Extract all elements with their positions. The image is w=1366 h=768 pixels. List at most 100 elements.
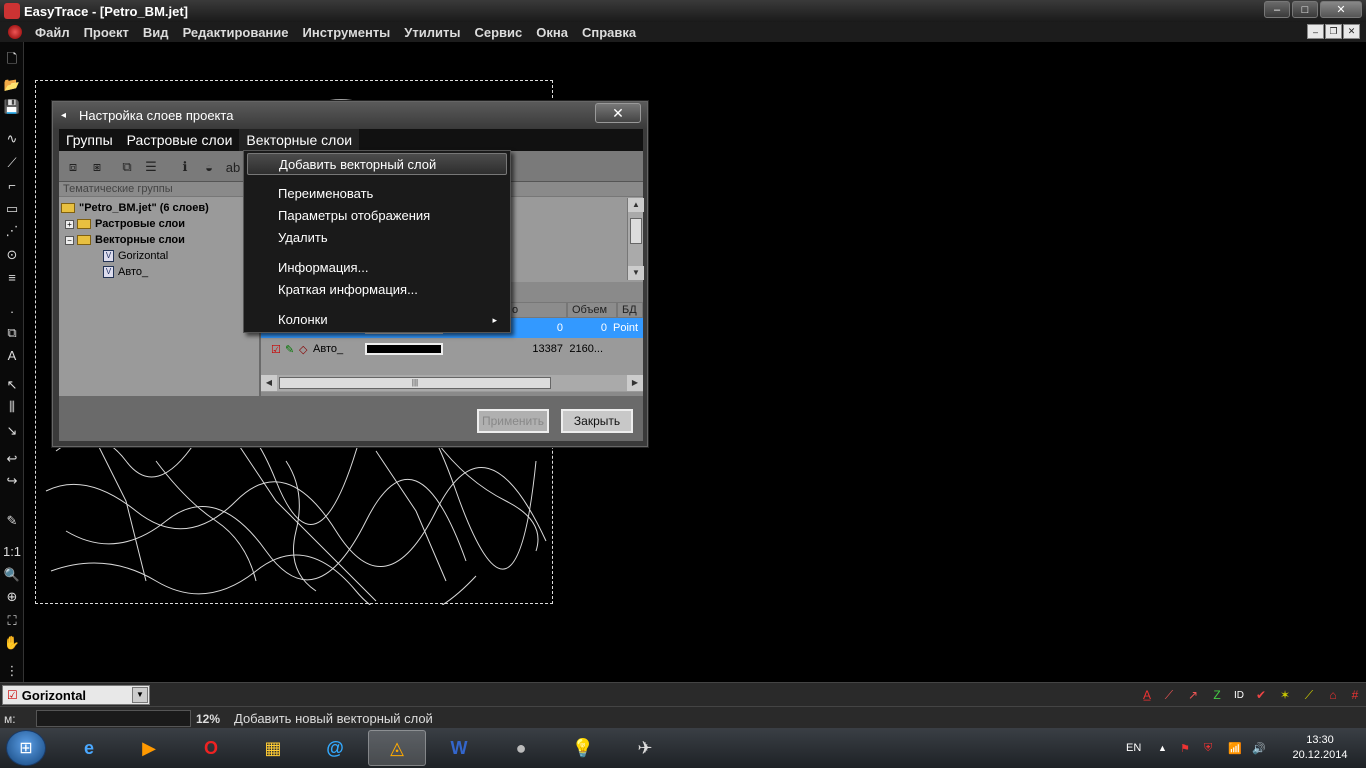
- copy-layer-icon[interactable]: ⧉: [117, 157, 137, 177]
- id-icon[interactable]: ID: [1230, 686, 1248, 704]
- menu-add-vector-layer[interactable]: Добавить векторный слой: [247, 153, 507, 175]
- style-swatch[interactable]: [365, 343, 443, 355]
- maximize-button[interactable]: □: [1292, 1, 1318, 18]
- z-coordinate-icon[interactable]: Z: [1208, 686, 1226, 704]
- language-indicator[interactable]: EN: [1126, 728, 1141, 768]
- mdi-restore-button[interactable]: ❐: [1325, 24, 1342, 39]
- document-icon[interactable]: [8, 25, 22, 39]
- grid-icon[interactable]: #: [1346, 686, 1364, 704]
- text-tool-icon[interactable]: A: [3, 346, 21, 364]
- internet-explorer-icon[interactable]: e: [60, 730, 118, 766]
- diamond-icon[interactable]: ◇: [299, 343, 313, 356]
- open-folder-icon[interactable]: 📂: [3, 76, 21, 94]
- scroll-right-icon[interactable]: ▶: [627, 375, 643, 391]
- scroll-down-icon[interactable]: ▼: [628, 266, 644, 280]
- menu-windows[interactable]: Окна: [529, 25, 575, 40]
- col-db[interactable]: БД: [617, 302, 643, 318]
- expand-icon[interactable]: +: [65, 219, 74, 229]
- tree-vector-group[interactable]: − Векторные слои: [65, 232, 185, 248]
- new-file-icon[interactable]: 🗋: [3, 51, 21, 70]
- coordinates-icon[interactable]: ⋮: [3, 662, 21, 680]
- dialog-close-text-button[interactable]: Закрыть: [561, 409, 633, 433]
- home-icon[interactable]: ⌂: [1324, 686, 1342, 704]
- zoom-extents-icon[interactable]: ⛶: [3, 612, 21, 630]
- visibility-check-icon[interactable]: ☑: [271, 343, 285, 356]
- paper-plane-icon[interactable]: ✈: [616, 730, 674, 766]
- scale-one-to-one-icon[interactable]: 1:1: [3, 542, 21, 560]
- orthogonal-line-icon[interactable]: ⌐: [3, 176, 21, 194]
- check-layer-icon[interactable]: ✔: [1252, 686, 1270, 704]
- line-edit-icon[interactable]: ⟋: [1160, 686, 1178, 704]
- snap-icon[interactable]: ✶: [1276, 686, 1294, 704]
- hatch-icon[interactable]: ≡: [3, 268, 21, 286]
- minimize-button[interactable]: –: [1264, 1, 1290, 18]
- save-icon[interactable]: 💾: [3, 98, 21, 116]
- dialog-close-button[interactable]: ✕: [595, 103, 641, 123]
- email-client-icon[interactable]: @: [306, 730, 364, 766]
- zoom-icon[interactable]: 🔍: [3, 566, 21, 584]
- menu-file[interactable]: Файл: [28, 25, 77, 40]
- opera-icon[interactable]: O: [182, 730, 240, 766]
- hide-layer-icon[interactable]: ◒: [199, 157, 219, 177]
- tree-layer-gorizontal[interactable]: V Gorizontal: [103, 248, 168, 264]
- redo-gray-icon[interactable]: ↪: [3, 472, 21, 490]
- tree-raster-group[interactable]: + Растровые слои: [65, 216, 185, 232]
- attribute-icon[interactable]: A̲: [1138, 686, 1156, 704]
- pencil-icon[interactable]: ✎: [3, 512, 21, 530]
- menu-help[interactable]: Справка: [575, 25, 643, 40]
- label-icon[interactable]: ab: [223, 157, 243, 177]
- select-node-icon[interactable]: ↘: [3, 422, 21, 440]
- move-node-icon[interactable]: ↗: [1184, 686, 1202, 704]
- rectangle-tool-icon[interactable]: ▭: [3, 200, 21, 218]
- polyline-tool-icon[interactable]: ⟋: [3, 154, 21, 172]
- dotted-curve-icon[interactable]: ⋰: [3, 222, 21, 240]
- apply-button[interactable]: Применить: [477, 409, 549, 433]
- menu-delete[interactable]: Удалить: [247, 227, 507, 249]
- clock[interactable]: 13:30 20.12.2014: [1284, 728, 1356, 768]
- chevron-down-icon[interactable]: ▼: [132, 687, 148, 703]
- lightbulb-icon[interactable]: 💡: [554, 730, 612, 766]
- dialog-menu-vector-layers[interactable]: Векторные слои: [239, 129, 360, 151]
- menu-utilities[interactable]: Утилиты: [397, 25, 467, 40]
- menu-edit[interactable]: Редактирование: [176, 25, 296, 40]
- word-icon[interactable]: W: [430, 730, 488, 766]
- edit-pencil-icon[interactable]: ✎: [285, 343, 299, 356]
- security-icon[interactable]: ⛨: [1204, 728, 1212, 768]
- menu-info[interactable]: Информация...: [247, 257, 507, 279]
- media-player-icon[interactable]: ▶: [120, 730, 178, 766]
- scroll-left-icon[interactable]: ◀: [261, 375, 277, 391]
- mdi-close-button[interactable]: ✕: [1343, 24, 1360, 39]
- pan-hand-icon[interactable]: ✋: [3, 634, 21, 652]
- volume-icon[interactable]: 🔊: [1252, 728, 1266, 768]
- point-icon[interactable]: ·: [3, 302, 21, 320]
- dialog-titlebar[interactable]: ◂ Настройка слоев проекта: [53, 102, 647, 129]
- menu-tools[interactable]: Инструменты: [296, 25, 398, 40]
- horizontal-scrollbar[interactable]: ◀ ||| ▶: [261, 375, 643, 391]
- menu-brief-info[interactable]: Краткая информация...: [247, 279, 507, 301]
- easytrace-taskbar-icon[interactable]: ◬: [368, 730, 426, 766]
- layers-icon[interactable]: ⧉: [3, 324, 21, 342]
- select-arrow-icon[interactable]: ↖: [3, 376, 21, 394]
- scroll-thumb[interactable]: [630, 218, 642, 244]
- snap-node-icon[interactable]: ⟋: [1300, 686, 1318, 704]
- collapse-icon[interactable]: −: [65, 235, 74, 245]
- circle-point-icon[interactable]: ⊙: [3, 246, 21, 264]
- delete-group-icon[interactable]: ⧆: [87, 157, 107, 177]
- dialog-menu-raster-layers[interactable]: Растровые слои: [120, 129, 240, 151]
- scroll-up-icon[interactable]: ▲: [628, 198, 644, 212]
- curve-tool-icon[interactable]: ∿: [3, 130, 21, 148]
- add-group-icon[interactable]: ⧈: [63, 157, 83, 177]
- table-row[interactable]: ☑ ✎ ◇ Авто_ 13387 2160...: [261, 339, 643, 359]
- vertical-scrollbar[interactable]: ▲ ▼: [627, 198, 644, 280]
- current-layer-select[interactable]: ☑ Gorizontal ▼: [2, 685, 150, 705]
- tree-layer-avto[interactable]: V Авто_: [103, 264, 148, 280]
- dialog-menu-groups[interactable]: Группы: [59, 129, 120, 151]
- menu-service[interactable]: Сервис: [467, 25, 529, 40]
- zoom-window-icon[interactable]: ⊕: [3, 588, 21, 606]
- col-objects[interactable]: о объектов: [507, 302, 567, 330]
- menu-view[interactable]: Вид: [136, 25, 176, 40]
- info-icon[interactable]: ℹ: [175, 157, 195, 177]
- close-button[interactable]: ✕: [1320, 1, 1362, 18]
- tray-expand-icon[interactable]: ▲: [1158, 728, 1167, 768]
- wifi-icon[interactable]: 📶: [1228, 728, 1242, 768]
